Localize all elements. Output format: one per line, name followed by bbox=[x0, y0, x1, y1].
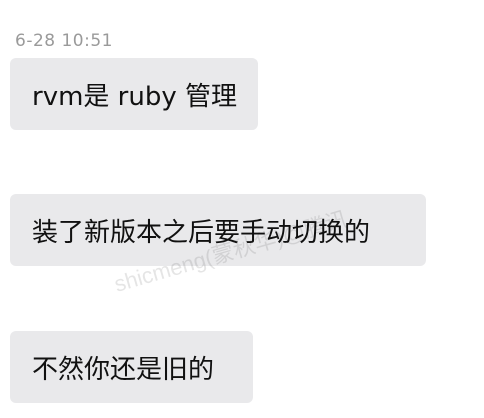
message-timestamp: 6-28 10:51 bbox=[15, 31, 113, 51]
chat-view: 6-28 10:51 rvm是 ruby 管理 装了新版本之后要手动切换的 不然… bbox=[0, 0, 484, 418]
message-bubble[interactable]: rvm是 ruby 管理 bbox=[10, 58, 258, 130]
message-bubble[interactable]: 不然你还是旧的 bbox=[10, 331, 253, 403]
message-text: rvm是 ruby 管理 bbox=[32, 81, 237, 112]
message-bubble[interactable]: 装了新版本之后要手动切换的 bbox=[10, 194, 426, 266]
message-text: 装了新版本之后要手动切换的 bbox=[32, 217, 371, 248]
message-text: 不然你还是旧的 bbox=[32, 354, 215, 385]
